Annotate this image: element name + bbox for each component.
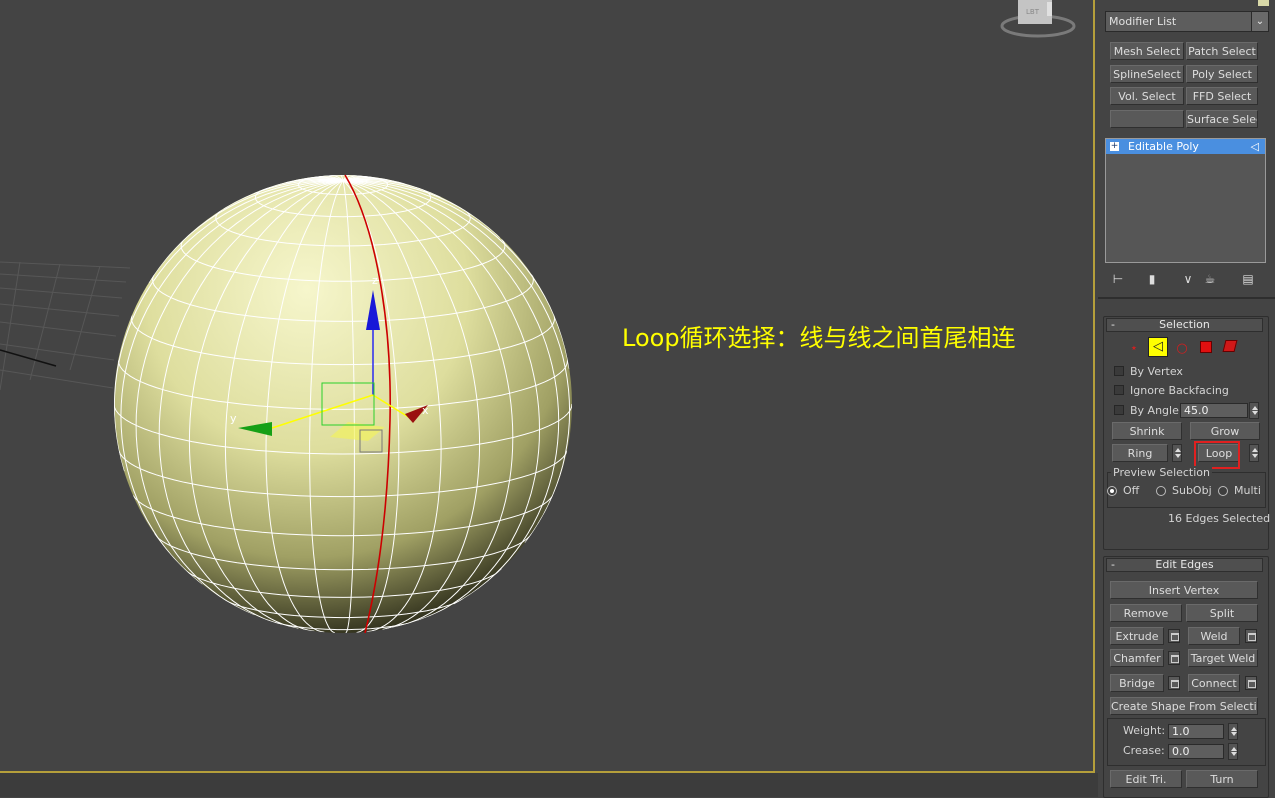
crease-spinner[interactable] xyxy=(1228,743,1238,760)
connect-button[interactable]: Connect xyxy=(1188,674,1240,692)
weight-label: Weight: xyxy=(1123,724,1166,737)
sphere-object xyxy=(114,175,572,633)
svg-text:x: x xyxy=(422,404,429,417)
weight-spinner[interactable] xyxy=(1228,723,1238,740)
ffd-select-button[interactable]: FFD Select xyxy=(1186,87,1258,105)
border-mode-icon[interactable]: ○ xyxy=(1172,339,1192,358)
edit-edges-rollout-header[interactable]: - Edit Edges xyxy=(1106,558,1263,572)
color-swatch[interactable] xyxy=(1258,0,1269,6)
by-vertex-label: By Vertex xyxy=(1130,365,1183,378)
preview-off-radio[interactable] xyxy=(1107,486,1117,496)
pin-stack-icon[interactable]: ⊢ xyxy=(1110,272,1126,286)
stack-item-label: Editable Poly xyxy=(1128,140,1199,153)
selection-title: Selection xyxy=(1159,318,1210,331)
insert-vertex-button[interactable]: Insert Vertex xyxy=(1110,581,1258,599)
selection-status: 16 Edges Selected xyxy=(1168,512,1271,525)
modifier-list-dropdown[interactable]: Modifier List ⌄ xyxy=(1105,11,1269,32)
preview-subobj-radio[interactable] xyxy=(1156,486,1166,496)
ignore-backfacing-label: Ignore Backfacing xyxy=(1130,384,1229,397)
poly-select-button[interactable]: Poly Select xyxy=(1186,65,1258,83)
preview-selection-title: Preview Selection xyxy=(1111,466,1213,479)
weight-input[interactable]: 1.0 xyxy=(1168,724,1224,739)
bridge-settings-button[interactable] xyxy=(1168,676,1180,690)
chevron-down-icon[interactable]: ⌄ xyxy=(1251,12,1268,31)
target-weld-button[interactable]: Target Weld xyxy=(1188,649,1258,667)
svg-text:LBT: LBT xyxy=(1026,8,1040,16)
loop-spinner[interactable] xyxy=(1249,444,1259,462)
vertex-mode-icon[interactable]: ⋆ xyxy=(1124,339,1144,358)
svg-text:y: y xyxy=(230,412,237,425)
weld-button[interactable]: Weld xyxy=(1188,627,1240,645)
svg-text:z: z xyxy=(372,274,378,287)
command-panel: Modifier List ⌄ Mesh Select Patch Select… xyxy=(1098,0,1275,798)
by-angle-checkbox[interactable] xyxy=(1114,405,1124,415)
by-vertex-checkbox[interactable] xyxy=(1114,366,1124,376)
extrude-button[interactable]: Extrude xyxy=(1110,627,1164,645)
remove-button[interactable]: Remove xyxy=(1110,604,1182,622)
by-angle-label: By Angle: xyxy=(1130,404,1183,417)
by-angle-input[interactable]: 45.0 xyxy=(1180,403,1248,418)
create-shape-button[interactable]: Create Shape From Selection xyxy=(1110,697,1258,715)
loop-highlight-box xyxy=(1194,441,1240,469)
chamfer-button[interactable]: Chamfer xyxy=(1110,649,1164,667)
stack-item-editable-poly[interactable]: + Editable Poly ◁ xyxy=(1106,139,1265,154)
connect-settings-button[interactable] xyxy=(1245,676,1257,690)
mesh-select-button[interactable]: Mesh Select xyxy=(1110,42,1184,60)
edit-tri-button[interactable]: Edit Tri. xyxy=(1110,770,1182,788)
edit-edges-title: Edit Edges xyxy=(1155,558,1214,571)
by-angle-spinner[interactable] xyxy=(1249,402,1259,419)
grow-button[interactable]: Grow xyxy=(1190,422,1260,440)
viewport-bottom-strip xyxy=(0,773,1098,797)
annotation-text: Loop循环选择：线与线之间首尾相连 xyxy=(622,324,1016,352)
scene-canvas: z y x LBT xyxy=(0,0,1076,634)
chamfer-settings-button[interactable] xyxy=(1168,651,1180,665)
surface-select-button[interactable]: Surface Select xyxy=(1186,110,1258,128)
preview-multi-radio[interactable] xyxy=(1218,486,1228,496)
turn-button[interactable]: Turn xyxy=(1186,770,1258,788)
modifier-list-label: Modifier List xyxy=(1109,15,1177,28)
configure-modifier-sets-icon[interactable]: ▤ xyxy=(1240,272,1256,286)
home-grid xyxy=(0,261,131,391)
ring-spinner[interactable] xyxy=(1172,444,1182,462)
preview-multi-label: Multi xyxy=(1234,484,1261,497)
edge-mode-icon[interactable]: ◁ xyxy=(1148,337,1168,357)
preview-off-label: Off xyxy=(1123,484,1140,497)
divider xyxy=(1098,297,1275,299)
grid-axis-line xyxy=(0,349,57,367)
make-unique-icon[interactable]: ∨ xyxy=(1180,272,1196,286)
weld-settings-button[interactable] xyxy=(1245,629,1257,643)
ignore-backfacing-checkbox[interactable] xyxy=(1114,385,1124,395)
extrude-settings-button[interactable] xyxy=(1168,629,1180,643)
empty-modifier-button[interactable] xyxy=(1110,110,1184,128)
selection-rollout-header[interactable]: - Selection xyxy=(1106,318,1263,332)
perspective-viewport[interactable]: z y x LBT Loop循环选择：线与线之间首尾相连 xyxy=(0,0,1095,773)
polygon-mode-icon[interactable] xyxy=(1200,341,1212,353)
show-end-result-icon[interactable]: ▮ xyxy=(1144,272,1160,286)
preview-subobj-label: SubObj xyxy=(1172,484,1212,497)
crease-label: Crease: xyxy=(1123,744,1165,757)
patch-select-button[interactable]: Patch Select xyxy=(1186,42,1258,60)
modifier-stack[interactable]: + Editable Poly ◁ xyxy=(1105,138,1266,263)
bridge-button[interactable]: Bridge xyxy=(1110,674,1164,692)
ring-button[interactable]: Ring xyxy=(1112,444,1168,462)
edge-subobject-icon: ◁ xyxy=(1250,140,1259,153)
remove-modifier-icon[interactable]: ☕ xyxy=(1202,272,1218,286)
viewcube: LBT xyxy=(1000,0,1076,38)
expand-plus-icon[interactable]: + xyxy=(1110,142,1119,151)
shrink-button[interactable]: Shrink xyxy=(1112,422,1182,440)
vol-select-button[interactable]: Vol. Select xyxy=(1110,87,1184,105)
split-button[interactable]: Split xyxy=(1186,604,1258,622)
spline-select-button[interactable]: SplineSelect xyxy=(1110,65,1184,83)
crease-input[interactable]: 0.0 xyxy=(1168,744,1224,759)
